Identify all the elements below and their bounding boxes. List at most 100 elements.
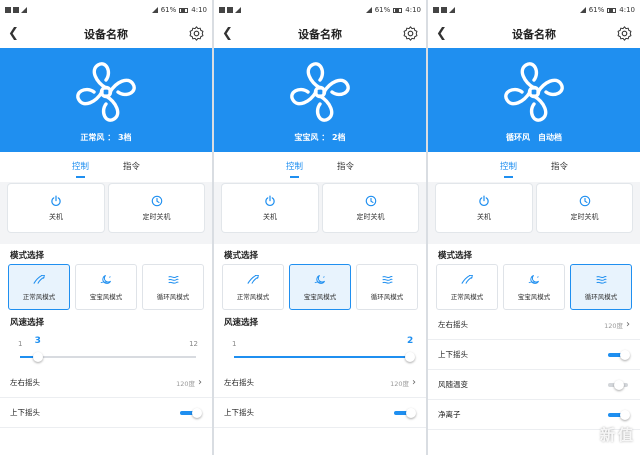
battery-icon — [607, 7, 617, 13]
clock-icon — [151, 195, 162, 206]
mode-section-title: 模式选择 — [224, 251, 259, 261]
mode-cycle-label: 循环风模式 — [370, 292, 404, 301]
toggle-switch[interactable] — [608, 349, 630, 360]
svg-text:z: z — [536, 274, 538, 278]
settings-row[interactable]: 上下摇头 — [428, 340, 640, 370]
settings-list: 左右摇头 120度 › 上下摇头 — [0, 368, 212, 428]
gear-icon[interactable] — [402, 25, 419, 42]
battery-icon — [393, 7, 403, 13]
power-off-label: 关机 — [477, 212, 491, 221]
tab-command[interactable]: 指令 — [123, 160, 140, 175]
mode-section: 模式选择 正常风模式 z 宝宝风模式 — [0, 244, 212, 455]
back-icon[interactable]: ❮ — [8, 25, 19, 43]
toggle-switch[interactable] — [608, 379, 630, 390]
speed-section-title: 风速选择 — [10, 318, 45, 328]
svg-text:z: z — [322, 274, 324, 278]
settings-row[interactable]: 左右摇头 120度 › — [0, 368, 212, 398]
power-icon — [51, 195, 61, 206]
mode-normal-button[interactable]: 正常风模式 — [222, 264, 284, 310]
back-icon[interactable]: ❮ — [436, 25, 447, 43]
signal-icon — [151, 7, 158, 13]
mode-baby-button[interactable]: z 宝宝风模式 — [75, 264, 137, 310]
power-off-button[interactable]: 关机 — [222, 184, 318, 232]
mode-cycle-button[interactable]: 循环风模式 — [142, 264, 204, 310]
speed-slider-track[interactable] — [234, 352, 415, 362]
mode-cycle-button[interactable]: 循环风模式 — [570, 264, 632, 310]
control-buttons: 关机 定时关机 — [8, 184, 204, 232]
notification-icon — [219, 7, 225, 13]
settings-row[interactable]: 上下摇头 — [214, 398, 426, 428]
power-off-label: 关机 — [49, 212, 63, 221]
toggle-knob — [406, 407, 416, 418]
power-off-button[interactable]: 关机 — [8, 184, 104, 232]
normal-wind-icon — [32, 274, 45, 284]
mode-status-text: 宝宝风 ： 2档 — [294, 133, 346, 142]
mode-status-text: 循环风 自动档 — [506, 133, 562, 142]
mode-normal-button[interactable]: 正常风模式 — [8, 264, 70, 310]
page-title: 设备名称 — [298, 28, 342, 41]
mode-normal-button[interactable]: 正常风模式 — [436, 264, 498, 310]
settings-row[interactable]: 左右摇头 120度 › — [214, 368, 426, 398]
status-bar: 61% 4:10 — [428, 0, 640, 20]
timer-off-button[interactable]: 定时关机 — [537, 184, 632, 232]
mode-normal-label: 正常风模式 — [236, 292, 270, 301]
tab-command[interactable]: 指令 — [337, 160, 354, 175]
timer-off-label: 定时关机 — [142, 212, 171, 221]
battery-percent: 61% — [160, 6, 177, 14]
title-bar: ❮ 设备名称 — [428, 20, 640, 48]
mode-normal-label: 正常风模式 — [450, 292, 484, 301]
speed-section: 风速选择 1 2 — [214, 310, 426, 368]
gear-icon[interactable] — [188, 25, 205, 42]
timer-off-button[interactable]: 定时关机 — [323, 184, 418, 232]
tab-control[interactable]: 控制 — [500, 160, 517, 178]
tab-command[interactable]: 指令 — [551, 160, 568, 175]
phone-screen-baby: 61% 4:10 ❮ 设备名称 宝宝风 ： 2档 控制 指令 关机 定时关机 模… — [214, 0, 426, 455]
tab-bar: 控制 指令 — [428, 152, 640, 182]
speed-slider-thumb[interactable] — [32, 352, 43, 362]
mode-baby-button[interactable]: z 宝宝风模式 — [503, 264, 565, 310]
mode-baby-button[interactable]: z 宝宝风模式 — [289, 264, 351, 310]
timer-off-label: 定时关机 — [356, 212, 385, 221]
mode-section-title: 模式选择 — [438, 251, 473, 261]
gear-icon[interactable] — [616, 25, 633, 42]
baby-wind-icon: z — [528, 274, 539, 284]
status-bar: 61% 4:10 — [0, 0, 212, 20]
toggle-switch[interactable] — [394, 407, 416, 418]
phone-screen-normal: 61% 4:10 ❮ 设备名称 正常风 ： 3档 控制 指令 关机 定时关机 模… — [0, 0, 212, 455]
tab-control[interactable]: 控制 — [72, 160, 89, 178]
tab-bar: 控制 指令 — [0, 152, 212, 182]
mode-cycle-label: 循环风模式 — [584, 292, 618, 301]
settings-row-label: 上下摇头 — [10, 408, 40, 417]
device-hero: 循环风 自动档 — [428, 48, 640, 152]
speed-slider-thumb[interactable] — [405, 352, 415, 362]
control-buttons: 关机 定时关机 — [436, 184, 632, 232]
settings-row-label: 净离子 — [438, 410, 461, 419]
toggle-switch[interactable] — [608, 409, 630, 420]
speed-slider-fill — [234, 356, 410, 358]
signal-icon — [365, 7, 372, 13]
speed-current-label: 2 — [407, 336, 414, 346]
settings-row[interactable]: 上下摇头 — [0, 398, 212, 428]
notification-icon — [433, 7, 439, 13]
mode-section-title: 模式选择 — [10, 251, 45, 261]
battery-icon — [179, 7, 189, 13]
mode-selector: 正常风模式 z 宝宝风模式 循环风模式 — [428, 264, 640, 310]
tab-bar: 控制 指令 — [214, 152, 426, 182]
power-off-button[interactable]: 关机 — [436, 184, 532, 232]
tab-control[interactable]: 控制 — [286, 160, 303, 178]
mode-cycle-label: 循环风模式 — [156, 292, 190, 301]
fan-logo-icon — [290, 62, 350, 122]
mode-cycle-button[interactable]: 循环风模式 — [356, 264, 418, 310]
speed-max-label: 12 — [189, 340, 198, 348]
settings-row[interactable]: 左右摇头 120度 › — [428, 310, 640, 340]
power-icon — [479, 195, 489, 206]
mode-status-text: 正常风 ： 3档 — [80, 133, 132, 142]
timer-off-button[interactable]: 定时关机 — [109, 184, 204, 232]
mode-normal-label: 正常风模式 — [22, 292, 56, 301]
phone-screen-cycle: 61% 4:10 ❮ 设备名称 循环风 自动档 控制 指令 关机 定时关机 模式… — [428, 0, 640, 455]
settings-row[interactable]: 风随温变 — [428, 370, 640, 400]
toggle-switch[interactable] — [180, 407, 202, 418]
back-icon[interactable]: ❮ — [222, 25, 233, 43]
speed-slider-track[interactable] — [20, 352, 196, 362]
settings-row-value: 120度 › — [390, 377, 416, 388]
